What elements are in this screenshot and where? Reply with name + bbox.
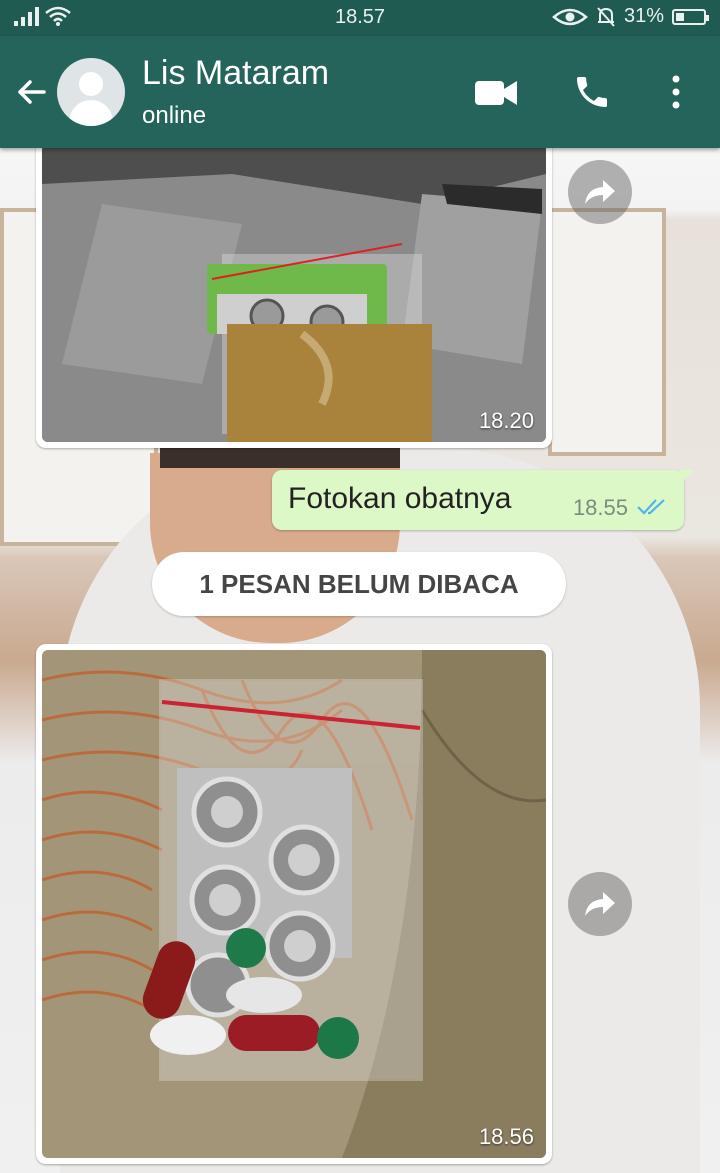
image-message[interactable]: 18.20 [36, 148, 552, 448]
message-time: 18.55 [572, 495, 628, 520]
message-text: Fotokan obatnya [288, 482, 512, 515]
message-time: 18.56 [478, 1124, 534, 1149]
medicine-package-image [42, 148, 546, 442]
eye-icon [552, 8, 588, 25]
alarm-muted-icon [597, 6, 615, 27]
battery-percent: 31% [623, 5, 664, 27]
battery-icon [672, 8, 709, 25]
phone-icon[interactable] [572, 72, 612, 112]
avatar[interactable] [57, 58, 125, 126]
unread-messages-banner: 1 PESAN BELUM DIBACA [152, 552, 566, 616]
medicine-photo[interactable]: 18.20 [42, 148, 546, 442]
contact-name[interactable]: Lis Mataram [142, 54, 329, 93]
image-message[interactable]: 18.56 [36, 644, 552, 1164]
pills-image [42, 650, 546, 1158]
message-time: 18.20 [478, 408, 534, 433]
background-frame [548, 208, 666, 456]
video-call-icon[interactable] [474, 78, 518, 108]
status-bar: 18.57 31% [0, 0, 720, 36]
forward-icon [585, 892, 615, 916]
forward-button[interactable] [568, 160, 632, 224]
background-hair [160, 448, 400, 468]
more-vert-icon[interactable] [668, 74, 684, 110]
forward-button[interactable] [568, 872, 632, 936]
medicine-photo[interactable]: 18.56 [42, 650, 546, 1158]
read-ticks-icon [637, 499, 665, 515]
chat-header: Lis Mataram online [0, 36, 720, 148]
battery-level [676, 12, 684, 21]
chat-area[interactable]: 18.20 Fotokan obatnya 18.55 1 PESAN BELU… [0, 148, 720, 1173]
forward-icon [585, 180, 615, 204]
contact-status: online [142, 102, 207, 129]
arrow-left-icon[interactable] [14, 74, 50, 110]
outgoing-message[interactable]: Fotokan obatnya 18.55 [272, 470, 694, 530]
